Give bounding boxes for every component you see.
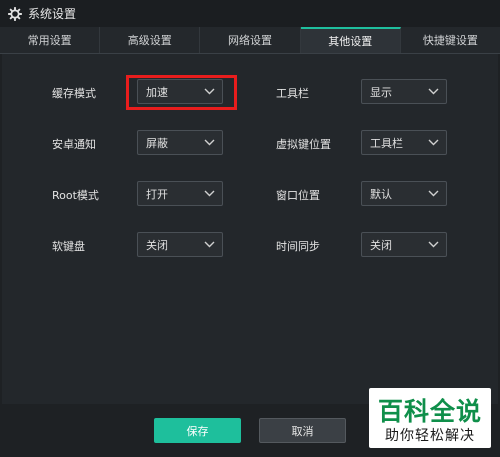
title-bar: 系统设置 xyxy=(0,0,500,27)
chevron-down-icon xyxy=(428,241,439,248)
window-position-value: 默认 xyxy=(370,187,392,201)
time-sync-value: 关闭 xyxy=(370,238,392,252)
soft-keyboard-select[interactable]: 关闭 xyxy=(137,232,223,257)
virtual-key-position-label: 虚拟键位置 xyxy=(276,138,331,151)
android-notify-select[interactable]: 屏蔽 xyxy=(137,130,223,155)
root-mode-select[interactable]: 打开 xyxy=(137,181,223,206)
watermark-sub-text: 助你轻松解决 xyxy=(385,428,475,444)
toolbar-value: 显示 xyxy=(370,85,392,99)
window-title: 系统设置 xyxy=(28,7,77,21)
android-notify-value: 屏蔽 xyxy=(146,136,168,150)
toolbar-select[interactable]: 显示 xyxy=(361,79,447,104)
chevron-down-icon xyxy=(428,88,439,95)
save-button[interactable]: 保存 xyxy=(154,418,241,443)
chevron-down-icon xyxy=(428,139,439,146)
cache-mode-value: 加速 xyxy=(146,85,168,99)
root-mode-label: Root模式 xyxy=(52,189,99,202)
gear-icon xyxy=(8,6,22,21)
cancel-button[interactable]: 取消 xyxy=(259,418,346,443)
soft-keyboard-label: 软键盘 xyxy=(52,240,85,253)
tab-advanced-settings[interactable]: 高级设置 xyxy=(100,27,201,53)
soft-keyboard-value: 关闭 xyxy=(146,238,168,252)
tab-network-settings[interactable]: 网络设置 xyxy=(200,27,301,53)
tab-shortcut-settings[interactable]: 快捷键设置 xyxy=(401,27,500,53)
watermark-main-text: 百科全说 xyxy=(377,397,482,426)
chevron-down-icon xyxy=(204,88,215,95)
android-notify-label: 安卓通知 xyxy=(52,138,96,151)
chevron-down-icon xyxy=(428,190,439,197)
tab-other-settings[interactable]: 其他设置 xyxy=(300,27,401,53)
chevron-down-icon xyxy=(204,190,215,197)
watermark-logo: 百科全说 助你轻松解决 xyxy=(369,388,491,448)
toolbar-label: 工具栏 xyxy=(276,87,309,100)
cache-mode-select[interactable]: 加速 xyxy=(137,79,223,104)
virtual-key-position-value: 工具栏 xyxy=(370,136,403,150)
settings-panel xyxy=(2,54,498,404)
chevron-down-icon xyxy=(204,241,215,248)
time-sync-select[interactable]: 关闭 xyxy=(361,232,447,257)
chevron-down-icon xyxy=(204,139,215,146)
root-mode-value: 打开 xyxy=(146,187,168,201)
tab-bar: 常用设置 高级设置 网络设置 其他设置 快捷键设置 xyxy=(0,27,500,54)
window-position-select[interactable]: 默认 xyxy=(361,181,447,206)
window-position-label: 窗口位置 xyxy=(276,189,320,202)
tab-common-settings[interactable]: 常用设置 xyxy=(0,27,101,53)
cache-mode-label: 缓存模式 xyxy=(52,87,96,100)
virtual-key-position-select[interactable]: 工具栏 xyxy=(361,130,447,155)
time-sync-label: 时间同步 xyxy=(276,240,320,253)
